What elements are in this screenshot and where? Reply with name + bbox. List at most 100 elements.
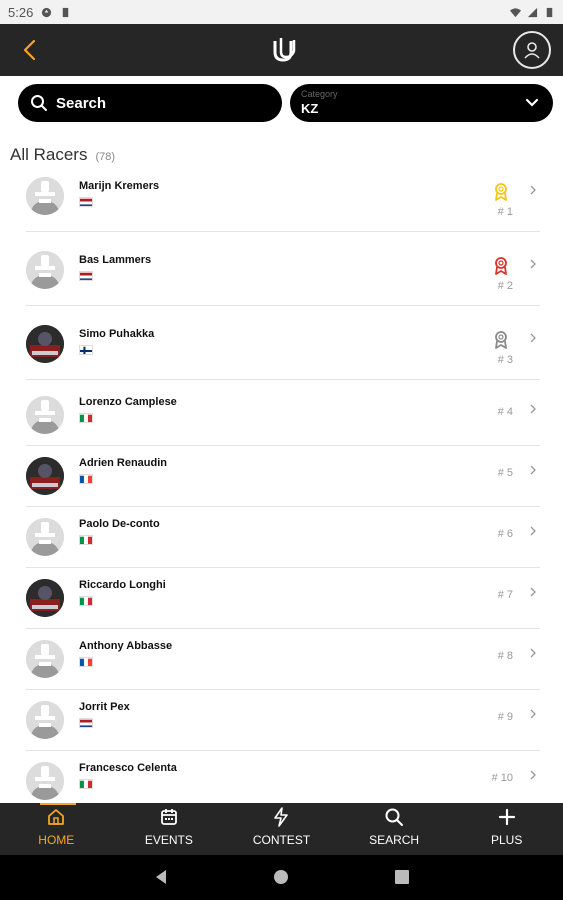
racer-avatar — [26, 177, 64, 215]
system-home-icon[interactable] — [273, 869, 289, 885]
racer-rank: # 5 — [497, 467, 513, 479]
nav-search[interactable]: SEARCH — [338, 803, 451, 855]
chevron-right-icon — [530, 526, 536, 536]
racer-rank: # 6 — [497, 528, 513, 540]
bolt-icon — [271, 807, 291, 833]
nav-plus[interactable]: PLUS — [450, 803, 563, 855]
category-value: KZ — [301, 101, 319, 116]
racer-row[interactable]: Adrien Renaudin # 5 — [26, 446, 540, 507]
battery-icon — [546, 7, 553, 17]
system-recents-icon[interactable] — [394, 869, 410, 885]
flag-icon — [79, 718, 93, 728]
racer-name: Francesco Celenta — [79, 762, 177, 774]
section-header: All Racers (78) — [10, 145, 115, 165]
racer-avatar — [26, 701, 64, 739]
racer-avatar — [26, 396, 64, 434]
user-icon — [524, 42, 540, 59]
system-back-icon[interactable] — [153, 869, 169, 885]
nav-label: PLUS — [490, 833, 523, 847]
racer-rank: # 1 — [497, 206, 513, 218]
back-button[interactable] — [16, 36, 44, 64]
flag-icon — [79, 271, 93, 281]
flag-icon — [79, 596, 93, 606]
racer-rank: # 7 — [497, 589, 513, 601]
racer-name: Jorrit Pex — [79, 701, 130, 713]
racer-name: Paolo De-conto — [79, 518, 160, 530]
nav-events[interactable]: EVENTS — [113, 803, 226, 855]
racer-row[interactable]: Francesco Celenta # 10 — [26, 751, 540, 803]
nav-home[interactable]: HOME — [0, 803, 113, 855]
racer-rank: # 2 — [497, 280, 513, 292]
nav-contest[interactable]: CONTEST — [225, 803, 338, 855]
nav-label: EVENTS — [144, 833, 193, 847]
calendar-icon — [159, 807, 179, 833]
profile-button[interactable] — [513, 31, 551, 69]
section-title: All Racers — [10, 145, 88, 164]
chevron-right-icon — [530, 587, 536, 597]
chevron-down-icon — [525, 98, 539, 107]
racer-count: (78) — [95, 151, 116, 163]
plus-icon — [497, 807, 517, 833]
filter-bar: Search Category KZ — [0, 84, 563, 124]
category-dropdown[interactable]: Category KZ — [290, 84, 553, 122]
signal-icon — [527, 7, 538, 17]
racer-name: Bas Lammers — [79, 254, 152, 266]
app-logo-icon — [273, 38, 296, 62]
racer-row[interactable]: Paolo De-conto # 6 — [26, 507, 540, 568]
chevron-right-icon — [530, 465, 536, 475]
racer-name: Lorenzo Camplese — [79, 396, 177, 408]
medal-icon — [493, 331, 509, 349]
racer-row[interactable]: Marijn Kremers # 1 — [26, 163, 540, 232]
nav-label: SEARCH — [369, 833, 420, 847]
racer-row[interactable]: Simo Puhakka # 3 — [26, 311, 540, 380]
racer-list[interactable]: Marijn Kremers # 1 Bas Lammers # 2 Simo Puha… — [0, 163, 563, 803]
flag-icon — [79, 474, 93, 484]
racer-rank: # 4 — [497, 406, 513, 418]
racer-avatar — [26, 762, 64, 800]
racer-row[interactable]: Lorenzo Camplese # 4 — [26, 385, 540, 446]
racer-name: Adrien Renaudin — [79, 457, 168, 469]
racer-avatar — [26, 457, 64, 495]
flag-icon — [79, 345, 93, 355]
racer-name: Riccardo Longhi — [79, 579, 166, 591]
chevron-right-icon — [530, 770, 536, 780]
racer-name: Simo Puhakka — [79, 328, 155, 340]
racer-avatar — [26, 325, 64, 363]
racer-row[interactable]: Anthony Abbasse # 8 — [26, 629, 540, 690]
flag-icon — [79, 779, 93, 789]
home-icon — [46, 807, 66, 833]
app-bar — [0, 24, 563, 76]
racer-rank: # 3 — [497, 354, 513, 366]
search-icon — [31, 95, 47, 111]
search-field[interactable]: Search — [18, 84, 282, 122]
racer-avatar — [26, 579, 64, 617]
nav-label: CONTEST — [252, 833, 311, 847]
back-arrow-icon — [23, 39, 36, 61]
wifi-icon — [510, 7, 521, 17]
bottom-nav: HOME EVENTS CONTEST SEARCH PLUS — [0, 803, 563, 855]
search-label: Search — [56, 94, 107, 112]
racer-row[interactable]: Bas Lammers # 2 — [26, 237, 540, 306]
racer-rank: # 8 — [497, 650, 513, 662]
flag-icon — [79, 197, 93, 207]
chevron-right-icon — [530, 404, 536, 414]
status-bar: 5:26 — [0, 0, 563, 24]
racer-rank: # 10 — [491, 772, 513, 784]
flag-icon — [79, 535, 93, 545]
racer-avatar — [26, 251, 64, 289]
chevron-right-icon — [530, 648, 536, 658]
racer-name: Marijn Kremers — [79, 180, 160, 192]
flag-icon — [79, 657, 93, 667]
chevron-right-icon — [530, 709, 536, 719]
racer-row[interactable]: Jorrit Pex # 9 — [26, 690, 540, 751]
status-time: 5:26 — [8, 4, 34, 20]
racer-row[interactable]: Riccardo Longhi # 7 — [26, 568, 540, 629]
chevron-right-icon — [530, 259, 536, 269]
racer-avatar — [26, 518, 64, 556]
medal-icon — [493, 183, 509, 201]
flag-icon — [79, 413, 93, 423]
medal-icon — [493, 257, 509, 275]
category-label: Category — [301, 89, 338, 99]
sync-icon — [42, 7, 52, 17]
search-icon — [384, 807, 404, 833]
